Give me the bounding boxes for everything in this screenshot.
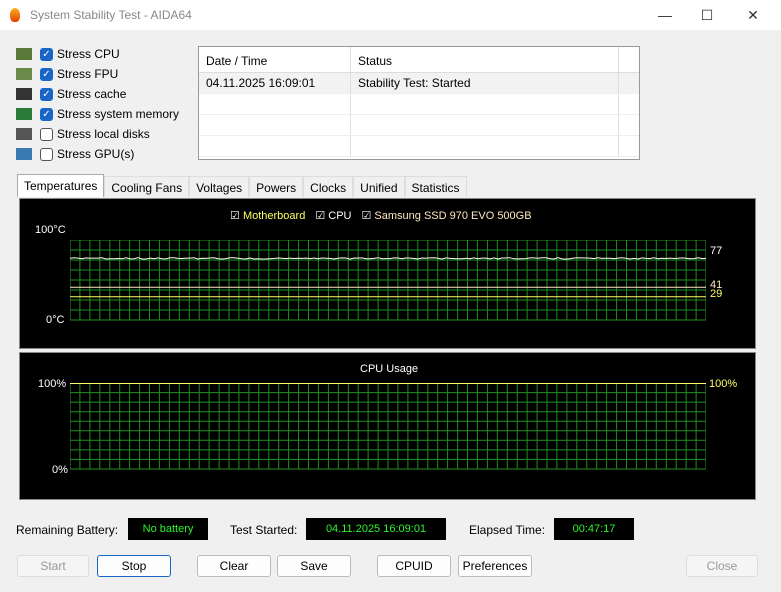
elapsed-time-value: 00:47:17 (554, 518, 634, 540)
checkbox[interactable] (40, 148, 53, 161)
motherboard-temp-value: 29 (710, 288, 722, 300)
disk-icon (16, 128, 32, 140)
log-status: Stability Test: Started (351, 73, 619, 93)
tab-powers[interactable]: Powers (249, 176, 303, 197)
y-axis-max: 100% (38, 378, 66, 390)
save-button[interactable]: Save (277, 555, 351, 577)
minimize-button[interactable]: — (650, 4, 680, 26)
checkbox[interactable]: ✓ (40, 48, 53, 61)
option-stress-cpu[interactable]: ✓ Stress CPU (16, 44, 120, 64)
cpu-usage-value: 100% (709, 378, 737, 390)
tab-bar: Temperatures Cooling Fans Voltages Powers Cl… (17, 174, 467, 197)
battery-label: Remaining Battery: (16, 523, 118, 537)
table-row-empty (199, 136, 639, 157)
temperature-graph (70, 240, 706, 321)
flame-icon (10, 8, 20, 22)
cpuid-button[interactable]: CPUID (377, 555, 451, 577)
y-axis-min: 0% (52, 464, 68, 476)
title-bar: System Stability Test - AIDA64 — ☐ ✕ (0, 0, 781, 30)
column-header-datetime[interactable]: Date / Time (199, 47, 351, 72)
fpu-icon (16, 68, 32, 80)
cpu-usage-chart: CPU Usage 100% 0% 100% (19, 352, 756, 500)
legend-cpu[interactable]: ☑ CPU (315, 209, 351, 222)
tab-unified[interactable]: Unified (353, 176, 404, 197)
legend-ssd[interactable]: ☑ Samsung SSD 970 EVO 500GB (361, 209, 531, 222)
option-label: Stress FPU (57, 67, 118, 81)
maximize-button[interactable]: ☐ (692, 4, 722, 26)
option-stress-local-disks[interactable]: Stress local disks (16, 124, 150, 144)
option-label: Stress GPU(s) (57, 147, 134, 161)
option-label: Stress cache (57, 87, 126, 101)
close-window-button[interactable]: ✕ (738, 4, 768, 26)
cpu-usage-graph (70, 383, 706, 470)
memory-icon (16, 108, 32, 120)
checkbox[interactable] (40, 128, 53, 141)
start-button[interactable]: Start (17, 555, 89, 577)
cpu-usage-title: CPU Usage (360, 363, 418, 375)
table-row-empty (199, 94, 639, 115)
log-datetime: 04.11.2025 16:09:01 (199, 73, 351, 93)
close-button[interactable]: Close (686, 555, 758, 577)
clear-button[interactable]: Clear (197, 555, 271, 577)
tab-statistics[interactable]: Statistics (405, 176, 467, 197)
cache-icon (16, 88, 32, 100)
option-stress-cache[interactable]: ✓ Stress cache (16, 84, 126, 104)
y-axis-min: 0°C (46, 314, 64, 326)
window-title: System Stability Test - AIDA64 (30, 8, 192, 22)
battery-value: No battery (128, 518, 208, 540)
option-stress-gpu-s[interactable]: Stress GPU(s) (16, 144, 134, 164)
tab-voltages[interactable]: Voltages (189, 176, 249, 197)
checkbox[interactable]: ✓ (40, 68, 53, 81)
test-started-value: 04.11.2025 16:09:01 (306, 518, 446, 540)
table-row-empty (199, 115, 639, 136)
option-stress-system-memory[interactable]: ✓ Stress system memory (16, 104, 179, 124)
tab-temperatures[interactable]: Temperatures (17, 174, 104, 197)
preferences-button[interactable]: Preferences (458, 555, 532, 577)
cpu-icon (16, 48, 32, 60)
option-stress-fpu[interactable]: ✓ Stress FPU (16, 64, 118, 84)
log-header: Date / Time Status (199, 47, 639, 73)
log-table: Date / Time Status 04.11.2025 16:09:01 S… (198, 46, 640, 160)
tab-cooling-fans[interactable]: Cooling Fans (104, 176, 189, 197)
checkbox[interactable]: ✓ (40, 108, 53, 121)
test-started-label: Test Started: (230, 523, 297, 537)
legend-motherboard[interactable]: ☑ Motherboard (230, 209, 305, 222)
cpu-temp-value: 77 (710, 245, 722, 257)
option-label: Stress system memory (57, 107, 179, 121)
option-label: Stress CPU (57, 47, 120, 61)
tab-clocks[interactable]: Clocks (303, 176, 353, 197)
checkbox[interactable]: ✓ (40, 88, 53, 101)
table-row[interactable]: 04.11.2025 16:09:01 Stability Test: Star… (199, 73, 639, 94)
elapsed-time-label: Elapsed Time: (469, 523, 545, 537)
chart-legend: ☑ Motherboard ☑ CPU ☑ Samsung SSD 970 EV… (230, 209, 532, 222)
temperature-chart: ☑ Motherboard ☑ CPU ☑ Samsung SSD 970 EV… (19, 198, 756, 349)
gpu-icon (16, 148, 32, 160)
column-header-status[interactable]: Status (351, 47, 619, 72)
stop-button[interactable]: Stop (97, 555, 171, 577)
option-label: Stress local disks (57, 127, 150, 141)
y-axis-max: 100°C (35, 224, 66, 236)
